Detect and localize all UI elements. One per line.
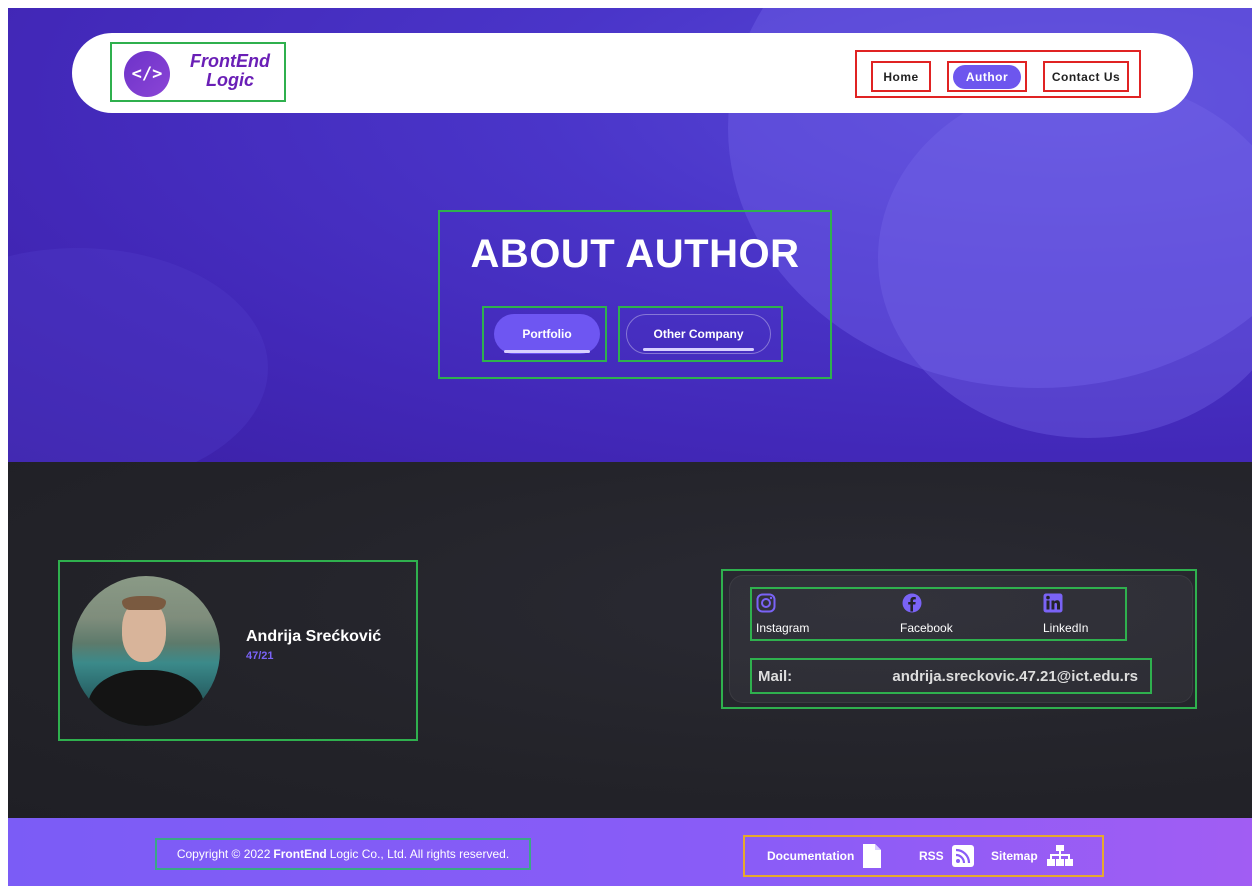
contact-card: Instagram Facebook LinkedIn Mail: andrij… [721, 569, 1197, 709]
nav-item-label: Home [883, 69, 919, 84]
instagram-link[interactable]: Instagram [756, 589, 876, 639]
hero-section: </> FrontEnd Logic Home Author Contact U… [8, 8, 1252, 462]
sitemap-icon [1046, 845, 1073, 866]
copyright-suffix: Logic Co., Ltd. All rights reserved. [329, 847, 510, 861]
nav-item-author[interactable]: Author [947, 61, 1027, 92]
footer-link-label: Sitemap [991, 849, 1038, 863]
document-icon [863, 844, 882, 868]
sitemap-link[interactable]: Sitemap [991, 837, 1074, 875]
logo-line-1: FrontEnd [190, 51, 270, 71]
mail-row: Mail: andrija.sreckovic.47.21@ict.edu.rs [750, 658, 1152, 694]
social-label: Facebook [900, 621, 953, 635]
code-icon: </> [124, 51, 170, 97]
footer-link-label: Documentation [767, 849, 855, 863]
logo-link[interactable]: </> FrontEnd Logic [110, 42, 286, 102]
copyright: Copyright © 2022 FrontEnd Logic Co., Ltd… [155, 838, 531, 870]
footer-link-label: RSS [919, 849, 944, 863]
footer-links: Documentation RSS Sitemap [743, 835, 1104, 877]
linkedin-icon [1043, 593, 1063, 613]
photo-hair [122, 596, 166, 610]
rss-icon [951, 845, 974, 867]
author-card: Andrija Srećković 47/21 [58, 560, 418, 741]
logo-text: FrontEnd Logic [180, 52, 280, 90]
documentation-link[interactable]: Documentation [767, 837, 882, 875]
navbar: </> FrontEnd Logic Home Author Contact U… [72, 33, 1193, 113]
social-label: Instagram [756, 621, 810, 635]
instagram-icon [756, 593, 776, 613]
linkedin-link[interactable]: LinkedIn [1043, 589, 1163, 639]
nav-item-label: Contact Us [1051, 69, 1121, 84]
about-header: ABOUT AUTHOR Portfolio Other Company [438, 210, 832, 379]
copyright-prefix: Copyright © 2022 [176, 847, 271, 861]
portfolio-button-wrap: Portfolio [482, 306, 607, 362]
logo-line-2: Logic [206, 70, 254, 90]
other-company-button-wrap: Other Company [618, 306, 783, 362]
rss-link[interactable]: RSS [919, 837, 974, 875]
contact-panel: Instagram Facebook LinkedIn Mail: andrij… [729, 575, 1193, 703]
nav-item-label: Author [952, 64, 1022, 89]
portfolio-button[interactable]: Portfolio [494, 314, 600, 354]
facebook-icon [902, 593, 922, 613]
nav-item-contact-us[interactable]: Contact Us [1043, 61, 1129, 92]
nav-menu: Home Author Contact Us [855, 50, 1141, 98]
social-label: LinkedIn [1043, 621, 1089, 635]
page: </> FrontEnd Logic Home Author Contact U… [8, 8, 1252, 886]
author-index: 47/21 [246, 650, 274, 662]
author-name: Andrija Srećković [246, 628, 382, 645]
mail-link[interactable]: andrija.sreckovic.47.21@ict.edu.rs [892, 668, 1138, 685]
copyright-brand: FrontEnd [273, 847, 327, 861]
author-photo [72, 576, 220, 726]
other-company-button[interactable]: Other Company [626, 314, 771, 354]
social-links: Instagram Facebook LinkedIn [750, 587, 1127, 641]
mail-label: Mail: [758, 668, 793, 685]
background-blob [8, 248, 268, 462]
nav-item-home[interactable]: Home [871, 61, 931, 92]
footer: Copyright © 2022 FrontEnd Logic Co., Ltd… [8, 818, 1252, 886]
photo-shirt [88, 670, 204, 726]
page-title: ABOUT AUTHOR [470, 232, 800, 276]
author-info-section: Andrija Srećković 47/21 Instagram Facebo… [8, 462, 1252, 818]
facebook-link[interactable]: Facebook [900, 589, 1020, 639]
